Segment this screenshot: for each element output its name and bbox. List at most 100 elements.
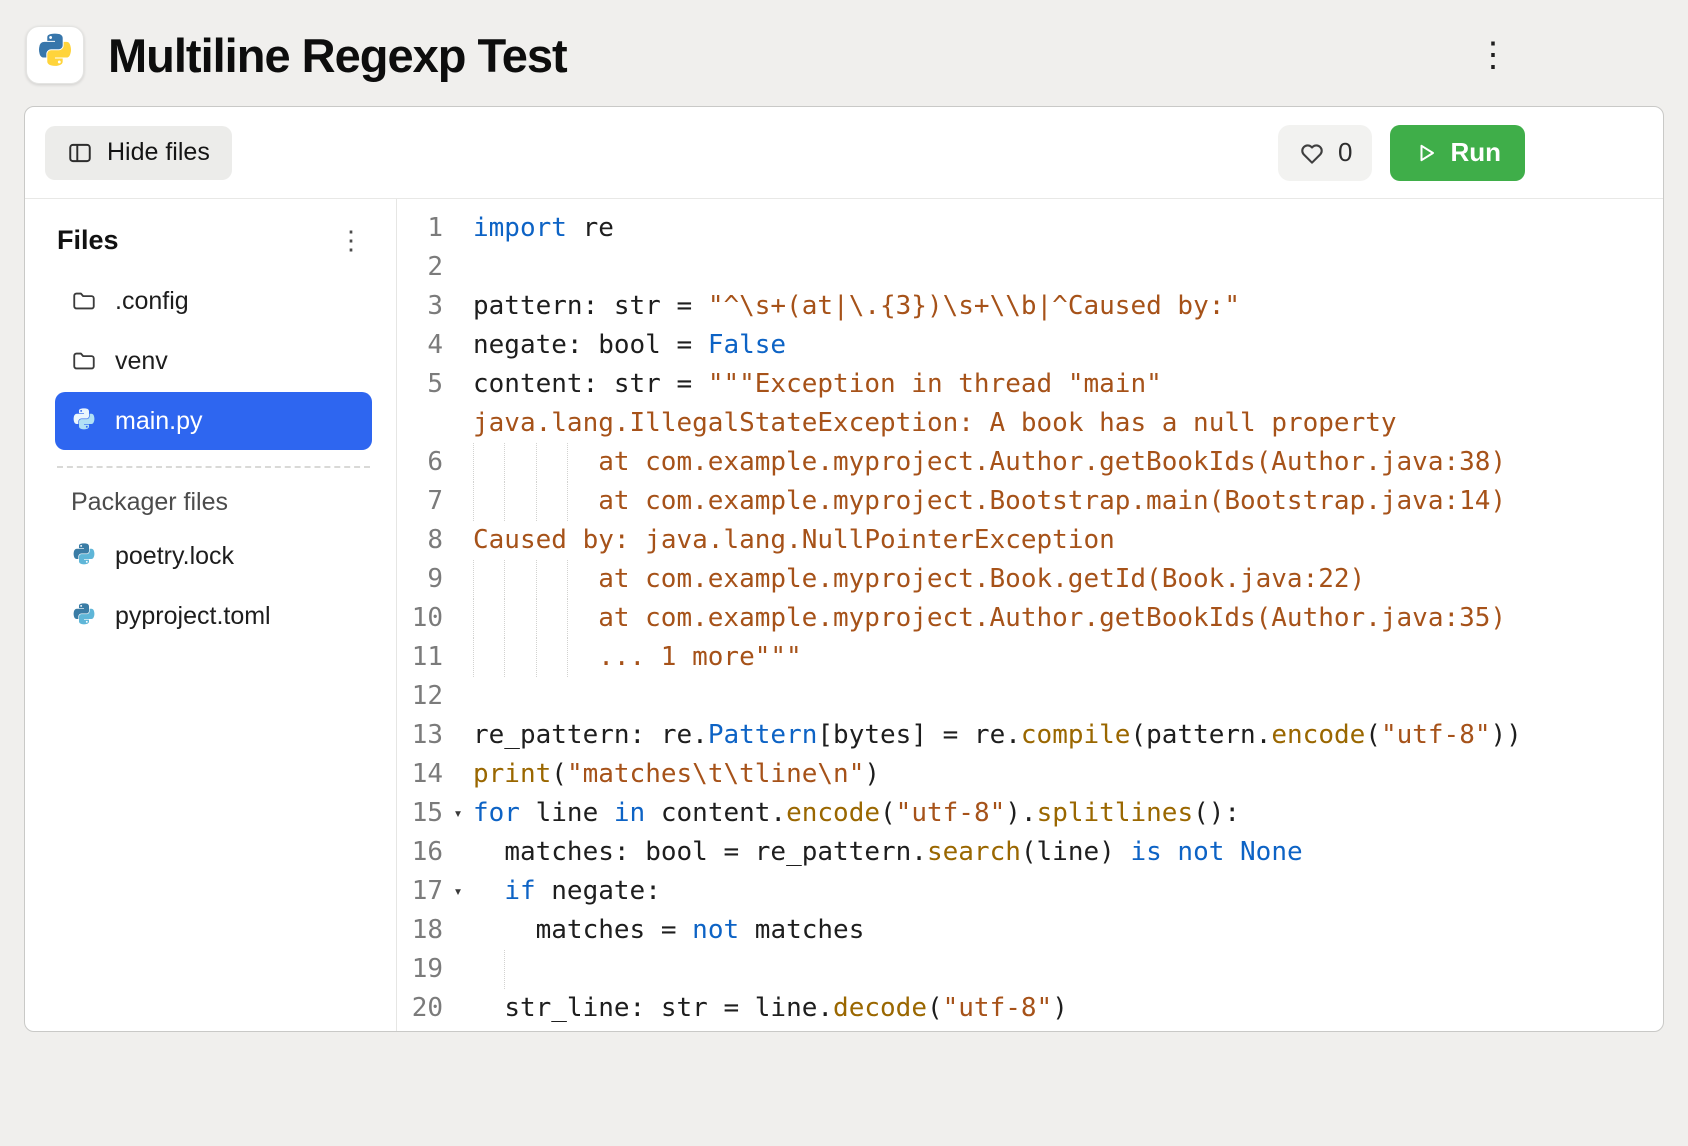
code-line[interactable]: 2	[397, 248, 1663, 287]
code-text: matches: bool = re_pattern.search(line) …	[473, 833, 1663, 872]
packager-list: poetry.lock pyproject.toml	[55, 527, 372, 645]
file-label: .config	[115, 287, 189, 316]
likes-count: 0	[1338, 137, 1352, 168]
code-line[interactable]: 1 import re	[397, 209, 1663, 248]
page-title: Multiline Regexp Test	[108, 28, 567, 83]
run-button[interactable]: Run	[1390, 125, 1525, 181]
code-text: import re	[473, 209, 1663, 248]
file-item-main.py[interactable]: main.py	[55, 392, 372, 450]
code-line[interactable]: 14print("matches\t\tline\n")	[397, 755, 1663, 794]
code-line[interactable]: 17▾ if negate:	[397, 872, 1663, 911]
files-header-row: Files ⋮	[55, 225, 372, 256]
indent-guide	[536, 560, 567, 599]
folder-icon	[69, 348, 99, 374]
line-number: 10	[397, 599, 443, 638]
python-logo-icon	[35, 33, 75, 78]
indent-guide	[473, 443, 504, 482]
indent-guide	[567, 599, 598, 638]
code-text: ... 1 more"""	[473, 638, 1663, 677]
indent-guide	[504, 599, 535, 638]
sidebar-divider	[57, 466, 370, 468]
code-line[interactable]: 8Caused by: java.lang.NullPointerExcepti…	[397, 521, 1663, 560]
likes-button[interactable]: 0	[1278, 125, 1372, 181]
line-number: 15	[397, 794, 443, 833]
line-number: 12	[397, 677, 443, 716]
file-list: .config venv main.py	[55, 272, 372, 450]
code-line[interactable]: 12	[397, 677, 1663, 716]
file-item-venv[interactable]: venv	[55, 332, 372, 390]
indent-guide	[473, 599, 504, 638]
line-number: 17	[397, 872, 443, 911]
indent-guide	[567, 638, 598, 677]
python-icon	[69, 603, 99, 629]
code-text: negate: bool = False	[473, 326, 1663, 365]
code-line[interactable]: 3 pattern: str = "^\s+(at|\.{3})\s+\\b|^C…	[397, 287, 1663, 326]
code-line[interactable]: 18 matches = not matches	[397, 911, 1663, 950]
files-panel-icon	[67, 140, 93, 166]
code-text: matches = not matches	[473, 911, 1663, 950]
line-number: 20	[397, 989, 443, 1028]
code-line[interactable]: 13 re_pattern: re.Pattern[bytes] = re.com…	[397, 716, 1663, 755]
file-label: main.py	[115, 407, 203, 436]
hide-files-button[interactable]: Hide files	[45, 126, 232, 180]
files-sidebar: Files ⋮ .config venv main.py Packager file…	[25, 199, 397, 1031]
file-label: venv	[115, 347, 168, 376]
line-number: 13	[397, 716, 443, 755]
code-line[interactable]: 11 ... 1 more"""	[397, 638, 1663, 677]
code-text: at com.example.myproject.Bootstrap.main(…	[473, 482, 1663, 521]
file-item-poetry.lock[interactable]: poetry.lock	[55, 527, 372, 585]
code-line[interactable]: 4 negate: bool = False	[397, 326, 1663, 365]
line-number: 6	[397, 443, 443, 482]
line-number: 1	[397, 209, 443, 248]
packager-files-header: Packager files	[71, 488, 372, 517]
code-text: for line in content.encode("utf-8").spli…	[473, 794, 1663, 833]
file-item-pyproject.toml[interactable]: pyproject.toml	[55, 587, 372, 645]
code-text: pattern: str = "^\s+(at|\.{3})\s+\\b|^Ca…	[473, 287, 1663, 326]
line-number: 11	[397, 638, 443, 677]
line-number: 2	[397, 248, 443, 287]
line-number: 18	[397, 911, 443, 950]
line-number: 9	[397, 560, 443, 599]
code-text: content: str = """Exception in thread "m…	[473, 365, 1663, 443]
code-editor[interactable]: 1 import re 23 pattern: str = "^\s+(at|\.{3…	[397, 199, 1663, 1031]
file-label: pyproject.toml	[115, 602, 271, 631]
toolbar-right: 0 Run	[1278, 125, 1643, 181]
run-label: Run	[1450, 137, 1501, 168]
panel-content: Files ⋮ .config venv main.py Packager file…	[25, 199, 1663, 1031]
line-number: 5	[397, 365, 443, 404]
fold-arrow-icon[interactable]: ▾	[443, 872, 473, 911]
code-text: re_pattern: re.Pattern[bytes] = re.compi…	[473, 716, 1663, 755]
code-line[interactable]: 5 content: str = """Exception in thread "…	[397, 365, 1663, 443]
fold-arrow-icon[interactable]: ▾	[443, 794, 473, 833]
code-text: at com.example.myproject.Book.getId(Book…	[473, 560, 1663, 599]
code-line[interactable]: 10at com.example.myproject.Author.getBoo…	[397, 599, 1663, 638]
main-panel: Hide files 0	[24, 106, 1664, 1032]
indent-guide	[536, 443, 567, 482]
code-line[interactable]: 16 matches: bool = re_pattern.search(lin…	[397, 833, 1663, 872]
indent-guide	[567, 560, 598, 599]
code-line[interactable]: 7at com.example.myproject.Bootstrap.main…	[397, 482, 1663, 521]
line-number: 4	[397, 326, 443, 365]
line-number: 8	[397, 521, 443, 560]
file-item-.config[interactable]: .config	[55, 272, 372, 330]
code-line[interactable]: 6at com.example.myproject.Author.getBook…	[397, 443, 1663, 482]
indent-guide	[504, 560, 535, 599]
code-line[interactable]: 19	[397, 950, 1663, 989]
files-header: Files	[57, 225, 119, 256]
indent-guide	[504, 443, 535, 482]
line-number: 3	[397, 287, 443, 326]
code-text: if negate:	[473, 872, 1663, 911]
code-line[interactable]: 15▾for line in content.encode("utf-8").s…	[397, 794, 1663, 833]
indent-guide	[473, 482, 504, 521]
page: Multiline Regexp Test ⋮ Hide files	[0, 0, 1688, 1032]
indent-guide	[536, 638, 567, 677]
indent-guide	[567, 443, 598, 482]
code-area: 1 import re 23 pattern: str = "^\s+(at|\.{3…	[397, 209, 1663, 1028]
code-line[interactable]: 20 str_line: str = line.decode("utf-8")	[397, 989, 1663, 1028]
indent-guide	[536, 599, 567, 638]
line-number: 19	[397, 950, 443, 989]
folder-icon	[69, 288, 99, 314]
kebab-menu-icon[interactable]: ⋮	[1466, 26, 1520, 84]
code-line[interactable]: 9 at com.example.myproject.Book.getId(Boo…	[397, 560, 1663, 599]
files-menu-kebab-icon[interactable]: ⋮	[330, 225, 372, 256]
